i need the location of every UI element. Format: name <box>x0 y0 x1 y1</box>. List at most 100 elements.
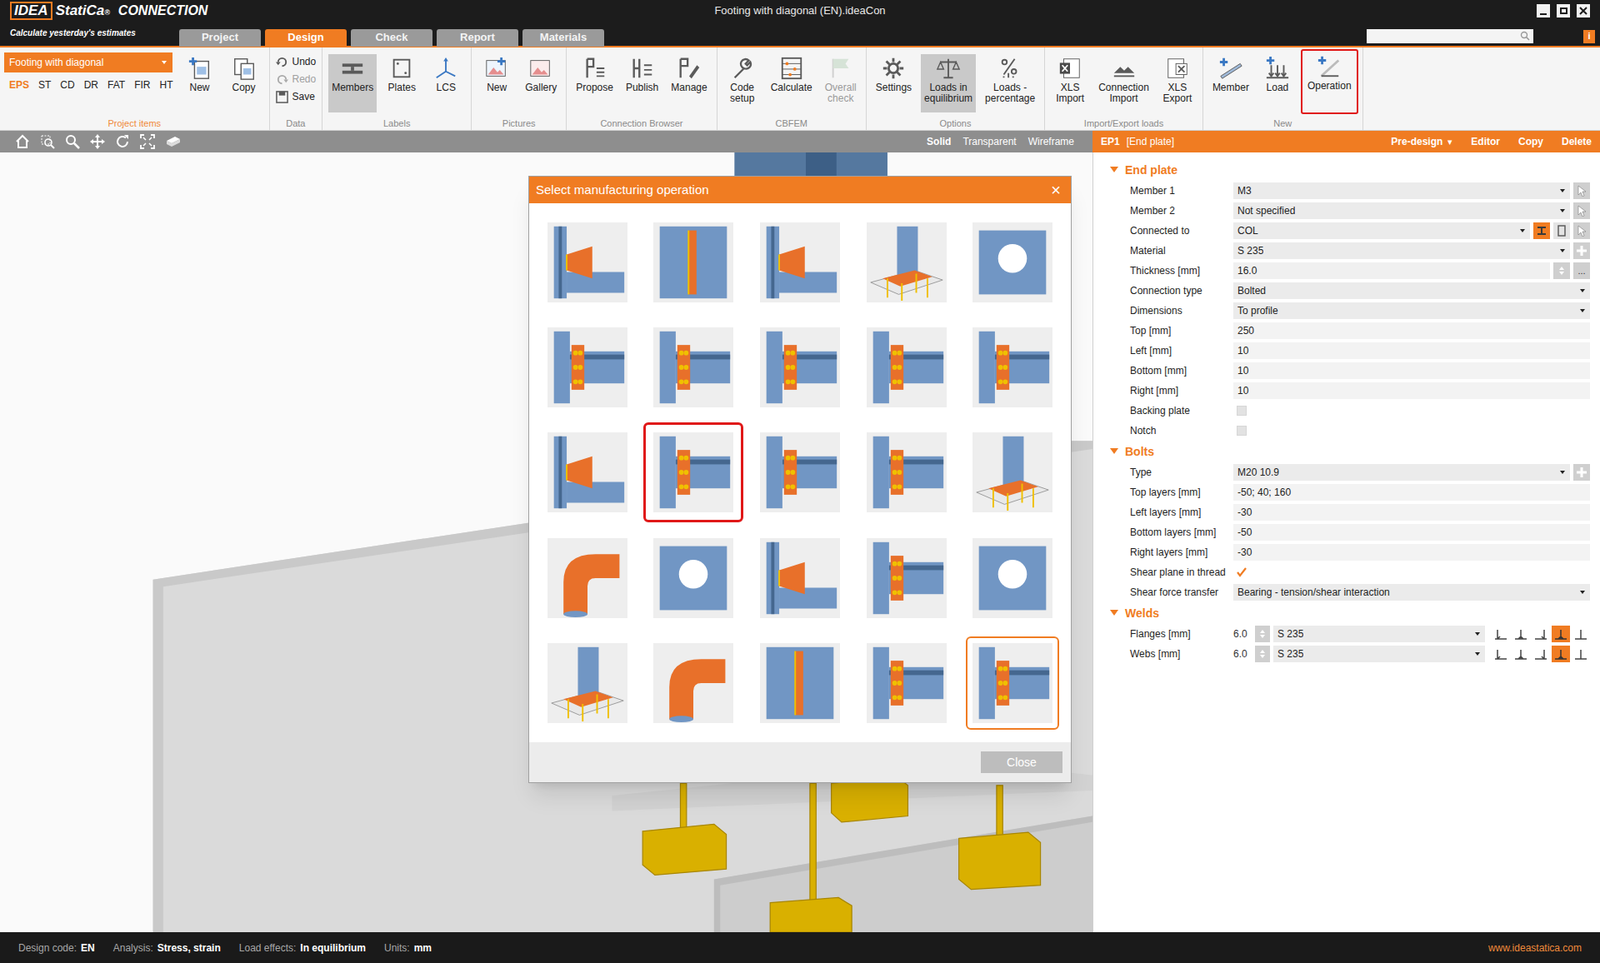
operation-item[interactable] <box>753 215 847 310</box>
more-button[interactable]: ... <box>1573 262 1590 280</box>
ribbon-small-button[interactable]: Save <box>274 89 319 105</box>
operation-item[interactable] <box>646 531 740 625</box>
weld-type-button[interactable] <box>1551 645 1570 663</box>
code-tab[interactable]: CD <box>60 77 75 93</box>
text-field[interactable]: 10 <box>1233 382 1590 400</box>
weld-type-button[interactable] <box>1571 645 1590 663</box>
weld-type-button[interactable] <box>1551 625 1570 643</box>
3d-viewport[interactable]: Select manufacturing operation × Close <box>0 152 1093 933</box>
operation-item[interactable] <box>753 636 847 730</box>
operation-item[interactable] <box>540 636 635 730</box>
operation-item[interactable] <box>965 215 1060 310</box>
ribbon-button[interactable]: Operation <box>1304 52 1355 111</box>
ribbon-button[interactable]: Plates <box>382 54 421 113</box>
add-button[interactable] <box>1573 464 1590 481</box>
ribbon-button[interactable]: Overallcheck <box>821 54 860 113</box>
code-tab[interactable]: DR <box>84 77 99 93</box>
checkbox[interactable] <box>1236 567 1247 578</box>
text-field[interactable]: -50; 40; 160 <box>1233 484 1590 501</box>
ribbon-button[interactable]: Loads inequilibrium <box>920 54 976 113</box>
dropdown[interactable]: M20 10.9 <box>1233 464 1570 481</box>
code-tab[interactable]: EPS <box>9 77 30 93</box>
ribbon-button[interactable]: Loads -percentage <box>981 54 1039 113</box>
weld-type-button[interactable] <box>1531 625 1550 643</box>
zoom-icon[interactable] <box>65 134 80 150</box>
checkbox[interactable] <box>1236 405 1247 416</box>
dropdown[interactable]: S 235 <box>1233 242 1570 260</box>
text-field[interactable]: -30 <box>1233 504 1590 521</box>
checkbox[interactable] <box>1236 425 1247 436</box>
ribbon-button[interactable]: Propose <box>572 54 617 113</box>
ribbon-button[interactable]: Codesetup <box>723 54 762 113</box>
operation-item[interactable] <box>860 425 954 520</box>
view-mode[interactable]: Solid <box>926 134 951 150</box>
weld-type-button[interactable] <box>1491 645 1510 663</box>
minimize-icon[interactable] <box>1536 4 1550 18</box>
section-header[interactable]: Bolts <box>1093 440 1600 463</box>
ribbon-button[interactable]: New <box>180 54 220 113</box>
ribbon-button[interactable]: XLSExport <box>1158 54 1197 113</box>
header-action[interactable]: Copy <box>1518 134 1544 150</box>
text-field[interactable]: 250 <box>1233 322 1590 340</box>
project-item-dropdown[interactable]: Footing with diagonal <box>4 52 173 73</box>
ribbon-button[interactable]: LCS <box>426 54 465 113</box>
ribbon-button[interactable]: Members <box>328 54 377 113</box>
ribbon-button[interactable]: Settings <box>872 54 915 113</box>
operation-item[interactable] <box>965 636 1060 730</box>
operation-item[interactable] <box>646 425 740 520</box>
operation-item[interactable] <box>540 425 635 520</box>
operation-item[interactable] <box>860 531 954 625</box>
text-field[interactable]: 10 <box>1233 342 1590 360</box>
dropdown[interactable]: S 235 <box>1273 625 1485 643</box>
code-tab[interactable]: HT <box>160 77 174 93</box>
section-header[interactable]: End plate <box>1093 159 1600 181</box>
text-field[interactable]: -50 <box>1233 524 1590 541</box>
dropdown[interactable]: Bearing - tension/shear interaction <box>1233 584 1590 601</box>
header-action[interactable]: Pre-design▾ <box>1390 134 1453 150</box>
search-field[interactable] <box>1366 29 1534 44</box>
code-tab[interactable]: FAT <box>107 77 125 93</box>
text-field[interactable]: 10 <box>1233 362 1590 380</box>
code-tab[interactable]: FIR <box>134 77 150 93</box>
text-field[interactable]: -30 <box>1233 544 1590 561</box>
operation-item[interactable] <box>540 320 635 415</box>
ribbon-button[interactable]: Calculate <box>767 54 816 113</box>
operation-item[interactable] <box>860 320 954 415</box>
ribbon-button[interactable]: Member <box>1209 54 1253 113</box>
add-button[interactable] <box>1573 242 1590 260</box>
ribbon-tab[interactable]: Materials <box>522 29 605 47</box>
website-link[interactable]: www.ideastatica.com <box>1488 940 1582 956</box>
weld-type-button[interactable] <box>1511 625 1530 643</box>
ribbon-small-button[interactable]: Undo <box>274 54 319 70</box>
weld-type-button[interactable] <box>1491 625 1510 643</box>
operation-item[interactable] <box>753 320 847 415</box>
ribbon-tab[interactable]: Project <box>179 29 261 47</box>
operation-item[interactable] <box>646 320 740 415</box>
rotate-icon[interactable] <box>115 134 130 150</box>
ribbon-button[interactable]: New <box>477 54 516 113</box>
ribbon-button[interactable]: ConnectionImport <box>1095 54 1153 113</box>
close-button[interactable]: Close <box>980 751 1063 774</box>
ribbon-tab[interactable]: Design <box>265 29 347 47</box>
ribbon-button[interactable]: Manage <box>667 54 710 113</box>
operation-item[interactable] <box>646 215 740 310</box>
view-3d-icon[interactable] <box>165 134 180 150</box>
spinner[interactable] <box>1553 262 1570 280</box>
pick-button[interactable] <box>1573 182 1590 200</box>
ribbon-button[interactable]: Publish <box>622 54 662 113</box>
info-button[interactable]: i <box>1583 30 1595 44</box>
dropdown[interactable]: M3 <box>1233 182 1570 200</box>
operation-item[interactable] <box>965 425 1060 520</box>
view-mode[interactable]: Wireframe <box>1028 134 1075 150</box>
pick-button[interactable] <box>1573 222 1590 240</box>
header-action[interactable]: Editor <box>1470 134 1500 150</box>
section-header[interactable]: Welds <box>1093 602 1600 625</box>
maximize-icon[interactable] <box>1556 4 1570 18</box>
weld-type-button[interactable] <box>1531 645 1550 663</box>
weld-type-button[interactable] <box>1511 645 1530 663</box>
pan-icon[interactable] <box>90 134 105 150</box>
ribbon-small-button[interactable]: Redo <box>274 71 319 87</box>
ribbon-button[interactable]: Load <box>1258 54 1297 113</box>
close-icon[interactable] <box>1576 4 1590 18</box>
ribbon-tab[interactable]: Check <box>350 29 433 47</box>
